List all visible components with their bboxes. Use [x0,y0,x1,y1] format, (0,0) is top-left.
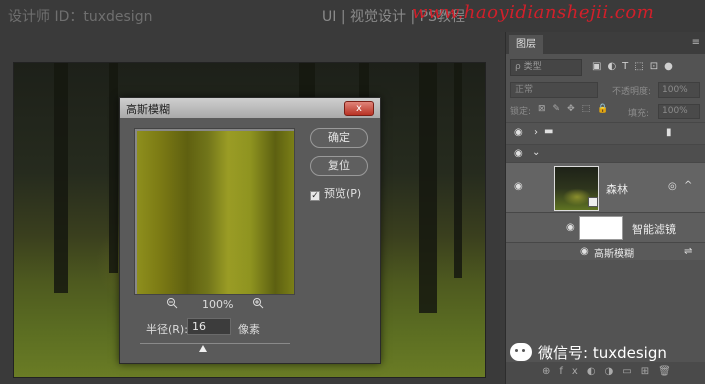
lock-icon: ▮ [666,127,672,138]
gaussian-blur-filter-row[interactable]: ◉ 高斯模糊 ⇌ [506,242,705,260]
visibility-eye-icon[interactable]: ◉ [566,222,575,233]
chevron-up-icon[interactable]: ^ [684,180,692,191]
checkbox-checked-icon[interactable]: ✓ [310,191,320,201]
dialog-title: 高斯模糊 [126,103,170,116]
gaussian-blur-label: 高斯模糊 [594,249,634,260]
layer-name[interactable]: 森林 [606,181,628,197]
panel-tab-bar: 图层 ≡ [506,32,705,54]
preview-image [137,131,294,294]
lock-row: 锁定: ⊠✎✥⬚🔒 填充: 100% [510,104,702,120]
smart-filters-label: 智能滤镜 [632,223,676,236]
smart-filter-icon[interactable]: ◎ [668,181,677,192]
wechat-icon [510,343,532,361]
layer-group-expanded-row[interactable]: ◉ ⌄ [506,144,705,162]
tab-layers[interactable]: 图层 [509,35,543,54]
smart-object-icon [588,197,598,207]
panel-bottom-toolbar[interactable]: ⊕fx◐◑▭⊞🗑 [506,362,705,384]
visibility-eye-icon[interactable]: ◉ [580,246,589,257]
tree-trunk [54,63,68,293]
close-button[interactable]: x [344,101,374,116]
radius-slider-thumb[interactable] [199,345,207,352]
smart-filters-row[interactable]: ◉ 智能滤镜 [506,212,705,242]
site-url-watermark: www.haoyidianshejii.com [412,2,655,23]
blend-mode-select[interactable]: 正常 [510,82,598,98]
zoom-out-icon[interactable] [166,297,178,312]
filter-mask-thumbnail[interactable] [579,216,623,240]
radius-slider-track[interactable] [140,343,290,344]
visibility-eye-icon[interactable]: ◉ [514,148,523,159]
layer-forest[interactable]: ◉ 森林 ◎ ^ [506,162,705,212]
filter-options-icon[interactable]: ⇌ [684,246,692,257]
panel-menu-icon[interactable]: ≡ [692,37,700,48]
tree-trunk [454,63,462,278]
top-watermark-bar: 设计师 ID：tuxdesign UI | 视觉设计 | PS教程 www.ha… [0,0,705,32]
lock-label: 锁定: [510,107,532,117]
blur-preview-window[interactable] [134,128,295,295]
layer-filter-row: ρ 类型 ▣◐T⬚⊡● [510,59,702,77]
fill-label: 填充: [628,109,650,119]
radius-label: 半径(R): [146,323,188,336]
radius-unit: 像素 [238,323,260,336]
tree-trunk [109,63,118,273]
layer-type-filter[interactable]: ρ 类型 [510,59,582,76]
ok-button[interactable]: 确定 [310,128,368,148]
folder-icon: ▬ [544,126,554,137]
layer-group-row[interactable]: ◉ › ▬ ▮ [506,122,705,144]
wechat-id-text: 微信号: tuxdesign [538,344,667,362]
visibility-eye-icon[interactable]: ◉ [514,181,523,192]
chevron-right-icon[interactable]: › [534,127,538,138]
gaussian-blur-dialog: 高斯模糊 x 100% 半径(R): 16 像素 确定 复位 ✓ 预览(P) [119,97,381,364]
fill-input[interactable]: 100% [658,104,700,119]
reset-button[interactable]: 复位 [310,156,368,176]
radius-input[interactable]: 16 [187,318,231,335]
tree-trunk [419,63,437,313]
lock-icons[interactable]: ⊠✎✥⬚🔒 [538,104,615,114]
opacity-input[interactable]: 100% [658,82,700,98]
layers-panel: 图层 ≡ ρ 类型 ▣◐T⬚⊡● 正常 不透明度: 100% 锁定: ⊠✎✥⬚🔒… [505,32,705,384]
zoom-in-icon[interactable] [252,297,264,312]
blend-row: 正常 不透明度: 100% [510,82,702,99]
zoom-controls: 100% [160,297,270,313]
zoom-level: 100% [202,298,234,311]
visibility-eye-icon[interactable]: ◉ [514,127,523,138]
filter-type-icons[interactable]: ▣◐T⬚⊡● [592,61,679,72]
dialog-title-bar[interactable]: 高斯模糊 x [120,98,380,118]
designer-id-watermark: 设计师 ID：tuxdesign [8,9,153,25]
wechat-watermark: 微信号: tuxdesign [510,342,700,364]
preview-checkbox[interactable]: ✓ 预览(P) [310,185,361,201]
preview-label: 预览(P) [324,187,362,200]
opacity-label: 不透明度: [612,87,652,97]
chevron-down-icon[interactable]: ⌄ [532,147,540,158]
